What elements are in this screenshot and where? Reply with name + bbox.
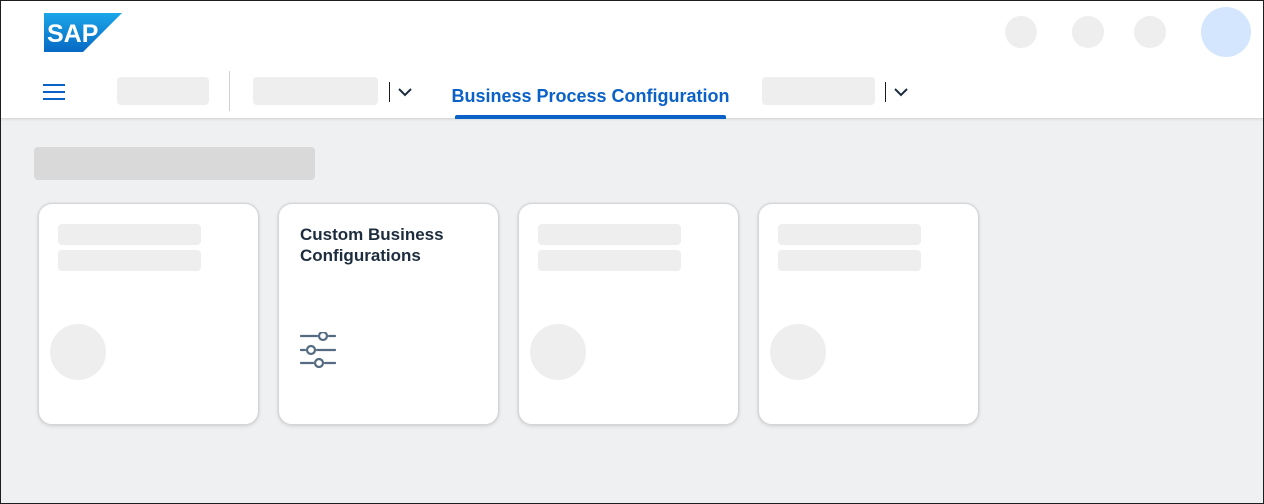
tile-subtitle-placeholder — [58, 250, 201, 271]
active-tab-indicator — [455, 115, 726, 119]
nav-tab-placeholder[interactable] — [117, 77, 209, 105]
tile-placeholder[interactable] — [38, 203, 259, 425]
nav-tab-placeholder[interactable] — [762, 77, 875, 105]
tile-icon-placeholder — [530, 324, 586, 380]
tile-title: Custom Business Configurations — [300, 225, 444, 265]
shell-header: SAP Business Process Configuration — [1, 1, 1263, 119]
tile-placeholder[interactable] — [758, 203, 979, 425]
tile-icon-placeholder — [50, 324, 106, 380]
svg-text:SAP: SAP — [47, 20, 98, 48]
nav-separator — [229, 71, 230, 111]
tile-placeholder[interactable] — [518, 203, 739, 425]
tile-title-placeholder — [778, 224, 921, 245]
nav-divider — [885, 82, 886, 102]
tile-custom-business-configurations[interactable]: Custom Business Configurations — [278, 203, 499, 425]
sliders-icon — [299, 330, 337, 369]
sap-logo[interactable]: SAP — [44, 13, 122, 52]
tab-business-process-configuration[interactable]: Business Process Configuration — [451, 73, 729, 119]
header-action-placeholder[interactable] — [1072, 16, 1104, 48]
tile-subtitle-placeholder — [538, 250, 681, 271]
tile-title-placeholder — [538, 224, 681, 245]
header-action-placeholder[interactable] — [1134, 16, 1166, 48]
nav-tab-placeholder[interactable] — [253, 77, 378, 105]
avatar[interactable] — [1201, 7, 1251, 57]
chevron-down-icon[interactable] — [395, 82, 415, 102]
header-action-placeholder[interactable] — [1005, 16, 1037, 48]
app-window: SAP Business Process Configuration Custo… — [0, 0, 1264, 504]
chevron-down-icon[interactable] — [891, 82, 911, 102]
tile-title-placeholder — [58, 224, 201, 245]
tile-subtitle-placeholder — [778, 250, 921, 271]
page-title-placeholder — [34, 147, 315, 180]
tile-icon-placeholder — [770, 324, 826, 380]
hamburger-menu-icon[interactable] — [37, 78, 71, 106]
nav-divider — [389, 82, 390, 102]
